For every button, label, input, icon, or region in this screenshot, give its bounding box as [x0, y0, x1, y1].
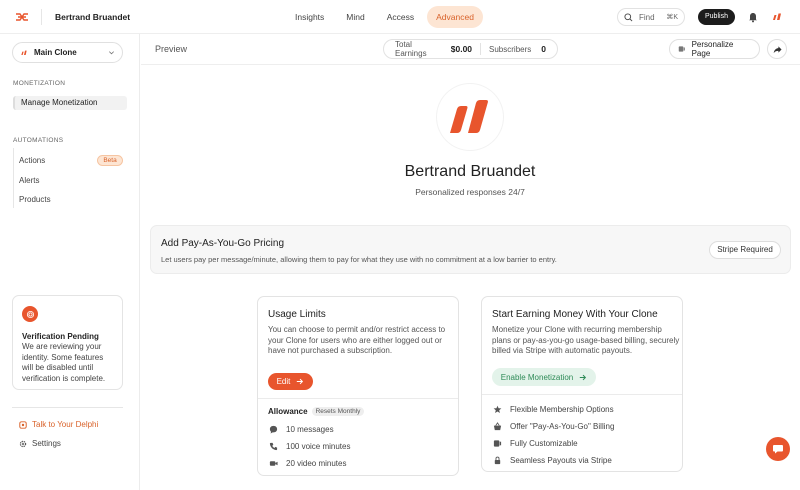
allowance-item: 10 messages [268, 424, 334, 434]
subscribers-value: 0 [541, 44, 546, 54]
settings-label: Settings [32, 439, 61, 448]
find-input[interactable]: Find ⌘K [617, 8, 685, 26]
delphi-logo-icon[interactable] [15, 10, 29, 24]
verification-card: Verification Pending We are reviewing yo… [12, 295, 123, 390]
feature-item: Flexible Membership Options [492, 404, 614, 414]
clone-avatar-icon[interactable] [771, 11, 783, 23]
automations-section-title: AUTOMATIONS [13, 137, 64, 144]
settings-link[interactable]: Settings [19, 439, 61, 448]
enable-monetization-label: Enable Monetization [500, 372, 574, 382]
main-nav: Insights Mind Access Advanced [286, 6, 487, 28]
allowance-voice-minutes: 100 voice minutes [286, 441, 351, 451]
delphi-chat-icon [19, 420, 27, 429]
payg-banner: Add Pay-As-You-Go Pricing Let users pay … [150, 225, 791, 274]
sidebar: Main Clone MONETIZATION Manage Monetizat… [0, 34, 140, 490]
topbar-divider [41, 9, 42, 25]
feature-item: Fully Customizable [492, 438, 578, 448]
profile-avatar [437, 84, 503, 150]
total-earnings-label: Total Earnings [395, 40, 427, 58]
allowance-label: Allowance [268, 407, 308, 416]
usage-card-divider [258, 398, 458, 399]
stripe-required-button[interactable]: Stripe Required [709, 241, 781, 259]
paint-icon [492, 438, 502, 448]
monetization-section-title: MONETIZATION [13, 80, 66, 87]
sidebar-item-alerts[interactable]: Alerts [13, 174, 127, 188]
nav-access[interactable]: Access [378, 6, 423, 28]
chat-launcher-button[interactable] [766, 437, 790, 461]
feature-item: Offer "Pay-As-You-Go" Billing [492, 421, 614, 431]
chat-bubble-icon [773, 445, 783, 454]
basket-icon [492, 421, 502, 431]
edit-label: Edit [276, 377, 291, 386]
sidebar-divider [12, 407, 123, 408]
sidebar-item-products[interactable]: Products [13, 193, 127, 207]
edit-button[interactable]: Edit [268, 373, 313, 390]
bell-icon[interactable] [747, 11, 759, 23]
gear-icon [19, 440, 27, 447]
personalize-page-button[interactable]: Personalize Page [669, 39, 760, 59]
share-button[interactable] [767, 39, 787, 59]
video-icon [268, 458, 278, 468]
feature-payg-billing: Offer "Pay-As-You-Go" Billing [510, 421, 615, 431]
preview-header: Preview Total Earnings $0.00 Subscribers… [141, 34, 800, 65]
clone-select[interactable]: Main Clone [12, 42, 123, 63]
arrow-right-icon [580, 374, 587, 380]
sidebar-item-manage-monetization[interactable]: Manage Monetization [13, 96, 127, 110]
clone-logo-icon [21, 50, 27, 55]
search-icon [624, 12, 633, 21]
allowance-messages: 10 messages [286, 424, 334, 434]
subscribers-label: Subscribers [489, 44, 532, 54]
payg-description: Let users pay per message/minute, allowi… [161, 255, 557, 264]
talk-to-delphi-label: Talk to Your Delphi [32, 420, 99, 429]
usage-limits-description: You can choose to permit and/or restrict… [268, 325, 446, 355]
allowance-video-minutes: 20 video minutes [286, 458, 347, 468]
find-shortcut: ⌘K [666, 14, 678, 21]
star-icon [492, 404, 502, 414]
find-label: Find [639, 12, 655, 22]
total-earnings-value: $0.00 [450, 44, 473, 54]
feature-membership: Flexible Membership Options [510, 404, 614, 414]
fingerprint-icon [22, 306, 38, 322]
verification-text: We are reviewing your identity. Some fea… [22, 342, 106, 383]
payg-title: Add Pay-As-You-Go Pricing [161, 238, 285, 249]
stats-pill: Total Earnings $0.00 Subscribers 0 [383, 39, 558, 59]
start-earning-description: Monetize your Clone with recurring membe… [492, 325, 680, 355]
phone-icon [268, 441, 278, 451]
share-arrow-icon [773, 45, 782, 53]
message-icon [268, 424, 278, 434]
start-earning-card: Start Earning Money With Your Clone Mone… [481, 296, 683, 472]
top-bar: Bertrand Bruandet Insights Mind Access A… [0, 0, 800, 34]
enable-monetization-button[interactable]: Enable Monetization [492, 368, 596, 386]
feature-customizable: Fully Customizable [510, 438, 578, 448]
stats-divider [480, 43, 482, 55]
profile-tagline: Personalized responses 24/7 [415, 187, 525, 197]
resets-monthly-badge: Resets Monthly [311, 407, 365, 416]
arrow-right-icon [297, 378, 304, 385]
allowance-row: Allowance Resets Monthly [268, 407, 365, 416]
verification-title: Verification Pending [22, 332, 99, 341]
lock-icon [492, 455, 502, 465]
earn-card-divider [482, 394, 682, 395]
clone-select-label: Main Clone [34, 48, 77, 57]
publish-button[interactable]: Publish [698, 9, 735, 25]
profile-name: Bertrand Bruandet [404, 163, 536, 180]
owner-name: Bertrand Bruandet [55, 12, 131, 22]
feature-item: Seamless Payouts via Stripe [492, 455, 612, 465]
talk-to-delphi-link[interactable]: Talk to Your Delphi [19, 420, 98, 429]
preview-label: Preview [155, 44, 188, 54]
beta-badge: Beta [97, 155, 123, 166]
nav-advanced[interactable]: Advanced [427, 6, 483, 28]
nav-insights[interactable]: Insights [286, 6, 333, 28]
nav-mind[interactable]: Mind [337, 6, 373, 28]
usage-limits-title: Usage Limits [268, 309, 326, 320]
usage-limits-card: Usage Limits You can choose to permit an… [257, 296, 459, 476]
clone-logo-icon [450, 100, 488, 133]
personalize-page-label: Personalize Page [691, 40, 734, 58]
allowance-item: 20 video minutes [268, 458, 346, 468]
start-earning-title: Start Earning Money With Your Clone [492, 309, 658, 320]
paint-icon [678, 46, 685, 52]
chevron-down-icon [109, 51, 114, 55]
feature-stripe-payouts: Seamless Payouts via Stripe [510, 455, 612, 465]
allowance-item: 100 voice minutes [268, 441, 350, 451]
